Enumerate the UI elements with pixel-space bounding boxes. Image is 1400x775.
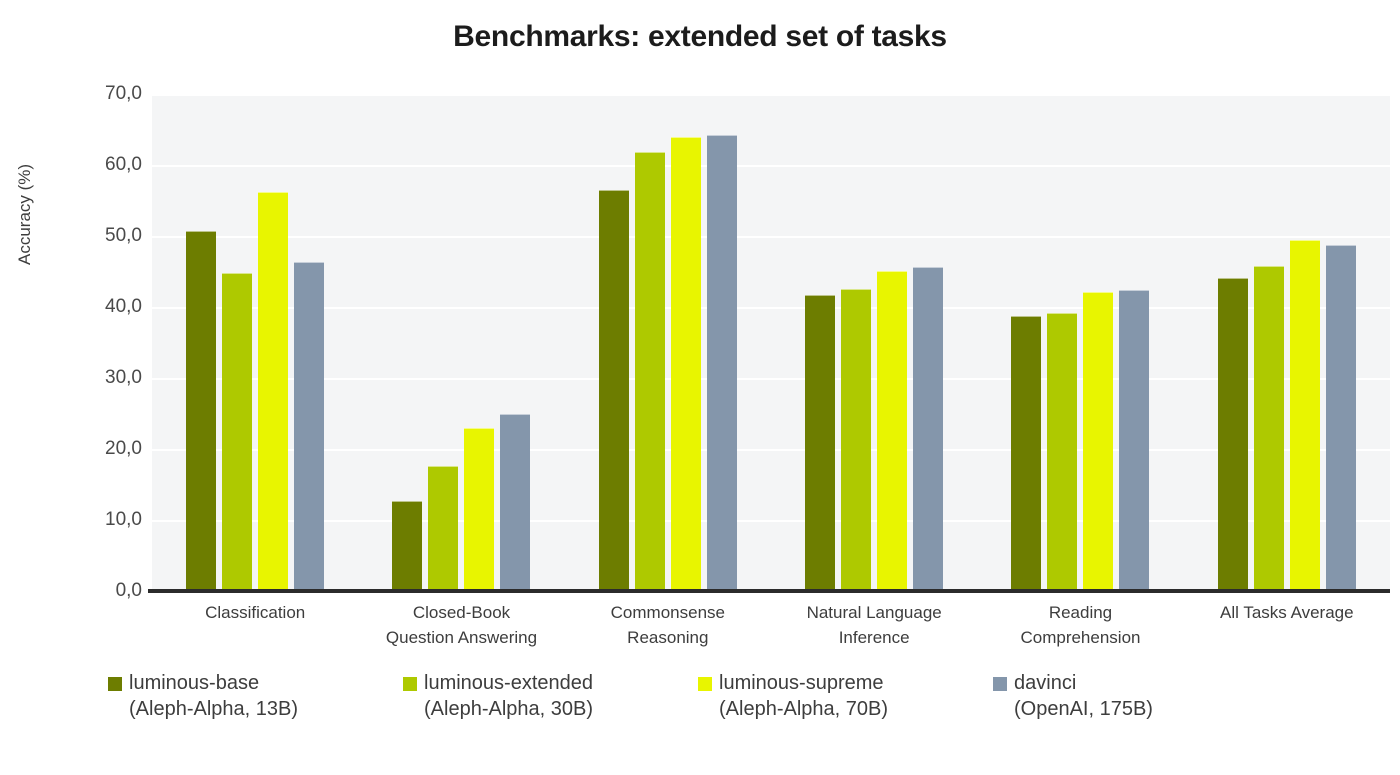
bar[interactable] — [841, 288, 872, 591]
bar[interactable] — [258, 191, 289, 591]
y-axis-tick-label: 70,0 — [105, 83, 142, 104]
x-axis-label-line: Inference — [838, 628, 910, 647]
bar[interactable] — [706, 135, 737, 591]
legend-sublabel: (OpenAI, 175B) — [1014, 698, 1153, 720]
legend-swatch-icon — [108, 676, 122, 691]
y-axis-tick-label: 10,0 — [105, 509, 142, 530]
x-axis-label-line: Classification — [205, 603, 306, 622]
bar[interactable] — [464, 428, 495, 591]
bar[interactable] — [670, 137, 701, 591]
legend-sublabel: (Aleph-Alpha, 30B) — [424, 698, 593, 720]
y-axis-tick-label: 40,0 — [105, 296, 142, 317]
bar-group — [358, 94, 564, 591]
bar-group — [771, 94, 977, 591]
legend-sublabel: (Aleph-Alpha, 70B) — [719, 698, 888, 720]
x-axis-category-label: Classification — [152, 600, 358, 650]
legend-row: luminous-extended — [403, 672, 698, 695]
bar[interactable] — [1083, 292, 1114, 591]
bar[interactable] — [634, 151, 665, 591]
bar[interactable] — [1289, 240, 1320, 591]
bar-group — [152, 94, 358, 591]
legend-item[interactable]: luminous-base (Aleph-Alpha, 13B) — [108, 672, 403, 721]
x-axis-line — [148, 589, 1390, 593]
y-axis-tick-label: 60,0 — [105, 154, 142, 175]
bar[interactable] — [186, 231, 217, 591]
legend-sublabel: (Aleph-Alpha, 13B) — [129, 698, 298, 720]
legend-swatch-icon — [698, 676, 712, 691]
x-axis-label-line: Reading — [1048, 603, 1113, 622]
x-axis-label-line: Reasoning — [627, 628, 709, 647]
legend-label: luminous-supreme — [719, 672, 884, 694]
y-axis-tick-label: 30,0 — [105, 367, 142, 388]
legend-row: davinci — [993, 672, 1288, 695]
y-axis-tick-label: 20,0 — [105, 438, 142, 459]
x-axis-category-labels: Classification Closed-Book Question Answer… — [152, 600, 1390, 650]
legend-row: luminous-supreme — [698, 672, 993, 695]
bar[interactable] — [294, 261, 325, 591]
y-axis-tick-labels: 0,0 10,0 20,0 30,0 40,0 50,0 60,0 70,0 — [30, 83, 142, 601]
bar[interactable] — [1011, 316, 1042, 591]
legend-item[interactable]: luminous-extended (Aleph-Alpha, 30B) — [403, 672, 698, 721]
x-axis-category-label: All Tasks Average — [1184, 600, 1390, 650]
legend-swatch-icon — [993, 676, 1007, 691]
bar[interactable] — [1119, 289, 1150, 591]
legend-swatch-icon — [403, 676, 417, 691]
x-axis-label-line: All Tasks Average — [1220, 603, 1354, 622]
legend-label: davinci — [1014, 672, 1077, 694]
legend-label: luminous-base — [129, 672, 260, 694]
chart-container: Benchmarks: extended set of tasks Accura… — [0, 0, 1400, 775]
bar[interactable] — [500, 413, 531, 591]
bars-layer — [152, 94, 1390, 591]
y-axis-tick-label: 50,0 — [105, 225, 142, 246]
legend-row: luminous-base — [108, 672, 403, 695]
bar[interactable] — [1325, 244, 1356, 591]
x-axis-category-label: Closed-Book Question Answering — [358, 600, 564, 650]
x-axis-category-label: Commonsense Reasoning — [565, 600, 771, 650]
bar[interactable] — [913, 267, 944, 591]
bar[interactable] — [805, 294, 836, 591]
bar[interactable] — [1217, 277, 1248, 591]
y-axis-tick-label: 0,0 — [115, 580, 142, 601]
bar-group — [1184, 94, 1390, 591]
x-axis-label-line: Closed-Book — [412, 603, 511, 622]
bar[interactable] — [598, 189, 629, 591]
chart-title: Benchmarks: extended set of tasks — [453, 20, 947, 53]
bar[interactable] — [222, 272, 253, 591]
legend-item[interactable]: davinci (OpenAI, 175B) — [993, 672, 1288, 721]
x-axis-label-line: Natural Language — [806, 603, 942, 622]
legend-label: luminous-extended — [424, 672, 593, 694]
x-axis-label-line: Question Answering — [385, 628, 538, 647]
x-axis-label-line: Comprehension — [1020, 628, 1141, 647]
x-axis-label-line: Commonsense — [610, 603, 725, 622]
legend-item[interactable]: luminous-supreme (Aleph-Alpha, 70B) — [698, 672, 993, 721]
bar[interactable] — [877, 270, 908, 591]
bar[interactable] — [428, 466, 459, 591]
bar[interactable] — [1047, 312, 1078, 591]
bar[interactable] — [392, 500, 423, 591]
bar-group — [977, 94, 1183, 591]
bar[interactable] — [1253, 265, 1284, 591]
chart-legend: luminous-base (Aleph-Alpha, 13B) luminous-… — [108, 672, 1288, 721]
x-axis-category-label: Natural Language Inference — [771, 600, 977, 650]
x-axis-category-label: Reading Comprehension — [977, 600, 1183, 650]
bar-group — [565, 94, 771, 591]
